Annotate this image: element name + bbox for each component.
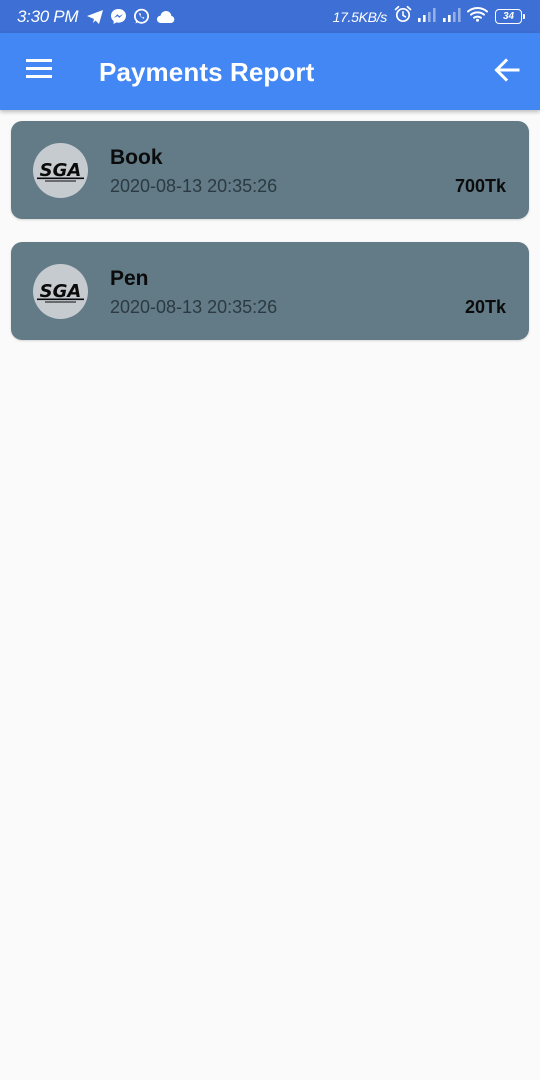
app-bar: Payments Report bbox=[0, 33, 540, 110]
payments-list: SGA Book 2020-08-13 20:35:26 700Tk SGA P… bbox=[11, 121, 529, 363]
item-name: Pen bbox=[110, 267, 149, 290]
list-item[interactable]: SGA Book 2020-08-13 20:35:26 700Tk bbox=[11, 121, 529, 219]
status-time: 3:30 PM bbox=[17, 6, 79, 26]
menu-icon[interactable] bbox=[26, 59, 52, 79]
page-title: Payments Report bbox=[99, 57, 315, 87]
arrow-back-icon[interactable] bbox=[494, 57, 520, 83]
net-speed: 17.5KB/s bbox=[332, 8, 388, 25]
item-amount: 20Tk bbox=[464, 297, 506, 317]
messenger-icon bbox=[110, 8, 127, 25]
item-name: Book bbox=[110, 146, 163, 169]
whatsapp-icon bbox=[133, 8, 150, 25]
status-right: 17.5KB/s 34 bbox=[332, 5, 525, 28]
wifi-icon bbox=[467, 6, 488, 27]
avatar: SGA bbox=[33, 143, 88, 198]
notification-icons bbox=[86, 8, 175, 25]
item-amount: 700Tk bbox=[454, 176, 506, 196]
list-item[interactable]: SGA Pen 2020-08-13 20:35:26 20Tk bbox=[11, 242, 529, 340]
cloud-icon bbox=[156, 9, 175, 24]
telegram-icon bbox=[86, 9, 104, 25]
signal-icon bbox=[417, 7, 437, 27]
status-bar: 3:30 PM 17.5KB/s 34 bbox=[0, 0, 540, 33]
battery-icon: 34 bbox=[495, 9, 525, 24]
battery-level: 34 bbox=[502, 10, 515, 22]
item-date: 2020-08-13 20:35:26 bbox=[110, 297, 278, 317]
item-date: 2020-08-13 20:35:26 bbox=[110, 176, 278, 196]
avatar: SGA bbox=[33, 264, 88, 319]
alarm-icon bbox=[394, 5, 412, 28]
signal-icon bbox=[442, 7, 462, 27]
